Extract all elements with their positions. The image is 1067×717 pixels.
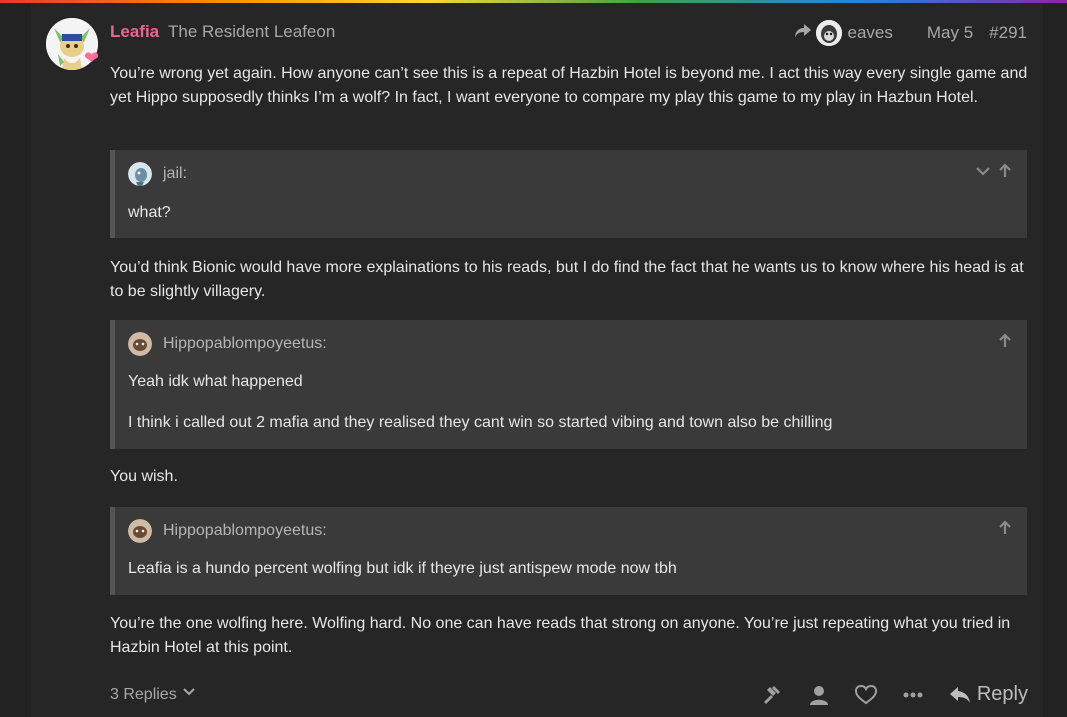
reply-arrow-icon: [794, 23, 812, 44]
reply-to-avatar: [815, 20, 842, 46]
quote-author-avatar: [128, 162, 152, 186]
paragraph-text: You’re the one wolfing here. Wolfing har…: [110, 615, 1011, 656]
quote-header[interactable]: Hippopablompoyeetus:: [128, 332, 327, 356]
arrow-up-icon[interactable]: [997, 520, 1013, 541]
post-footer: 3 Replies Reply: [110, 683, 1028, 713]
more-options-icon[interactable]: [903, 692, 923, 698]
quote-text: I think i called out 2 mafia and they re…: [128, 414, 833, 431]
post-number[interactable]: #291: [989, 23, 1027, 43]
chevron-down-icon[interactable]: [975, 163, 991, 184]
post-paragraph: You’re wrong yet again. How anyone can’t…: [110, 62, 1028, 110]
post-actions: Reply: [735, 683, 1028, 706]
post-paragraph: You’d think Bionic would have more expla…: [110, 256, 1028, 304]
quote-text: what?: [128, 204, 171, 221]
post-paragraph: You’re the one wolfing here. Wolfing har…: [110, 612, 1028, 660]
quote-header[interactable]: Hippopablompoyeetus:: [128, 519, 327, 543]
quote-author: Hippopablompoyeetus:: [163, 522, 327, 539]
post-date[interactable]: May 5: [927, 23, 973, 43]
reply-icon: [949, 686, 970, 703]
arrow-up-icon[interactable]: [997, 163, 1013, 184]
quote-block: Hippopablompoyeetus: Yeah idk what happe…: [110, 320, 1027, 449]
user-icon[interactable]: [809, 685, 829, 705]
post: ❤ Leafia The Resident Leafeon eaves May …: [31, 3, 1043, 717]
reply-button[interactable]: Reply: [949, 683, 1028, 706]
replies-toggle[interactable]: 3 Replies: [110, 685, 196, 704]
quote-header[interactable]: jail:: [128, 162, 187, 186]
post-container: ❤ Leafia The Resident Leafeon eaves May …: [31, 3, 1043, 717]
quote-controls: [991, 333, 1013, 354]
heart-icon[interactable]: [854, 684, 877, 705]
quote-text: Yeah idk what happened: [128, 373, 303, 390]
quote-controls: [969, 163, 1013, 184]
post-username[interactable]: Leafia: [110, 22, 159, 42]
post-paragraph: You wish.: [110, 465, 1028, 489]
paragraph-text: You’re wrong yet again. How anyone can’t…: [110, 65, 1028, 106]
quote-author: Hippopablompoyeetus:: [163, 335, 327, 352]
reply-label: Reply: [976, 683, 1028, 705]
reply-to-username: eaves: [847, 23, 893, 42]
arrow-up-icon[interactable]: [997, 333, 1013, 354]
hammer-icon[interactable]: [761, 685, 783, 705]
chevron-down-icon: [182, 685, 196, 704]
paragraph-text: You’d think Bionic would have more expla…: [110, 259, 1024, 300]
replies-count: 3 Replies: [110, 685, 177, 703]
quote-author: jail:: [163, 165, 188, 182]
quote-block: jail: what?: [110, 150, 1027, 238]
heart-badge-icon: ❤: [84, 48, 100, 68]
quote-author-avatar: [128, 332, 152, 356]
quote-text: Leafia is a hundo percent wolfing but id…: [128, 560, 677, 577]
quote-block: Hippopablompoyeetus: Leafia is a hundo p…: [110, 507, 1027, 595]
user-title: The Resident Leafeon: [168, 22, 336, 41]
paragraph-text: You wish.: [110, 468, 178, 485]
post-meta: eaves May 5 #291: [794, 20, 1027, 46]
reply-to-indicator[interactable]: eaves: [794, 20, 893, 46]
quote-controls: [991, 520, 1013, 541]
quote-author-avatar: [128, 519, 152, 543]
